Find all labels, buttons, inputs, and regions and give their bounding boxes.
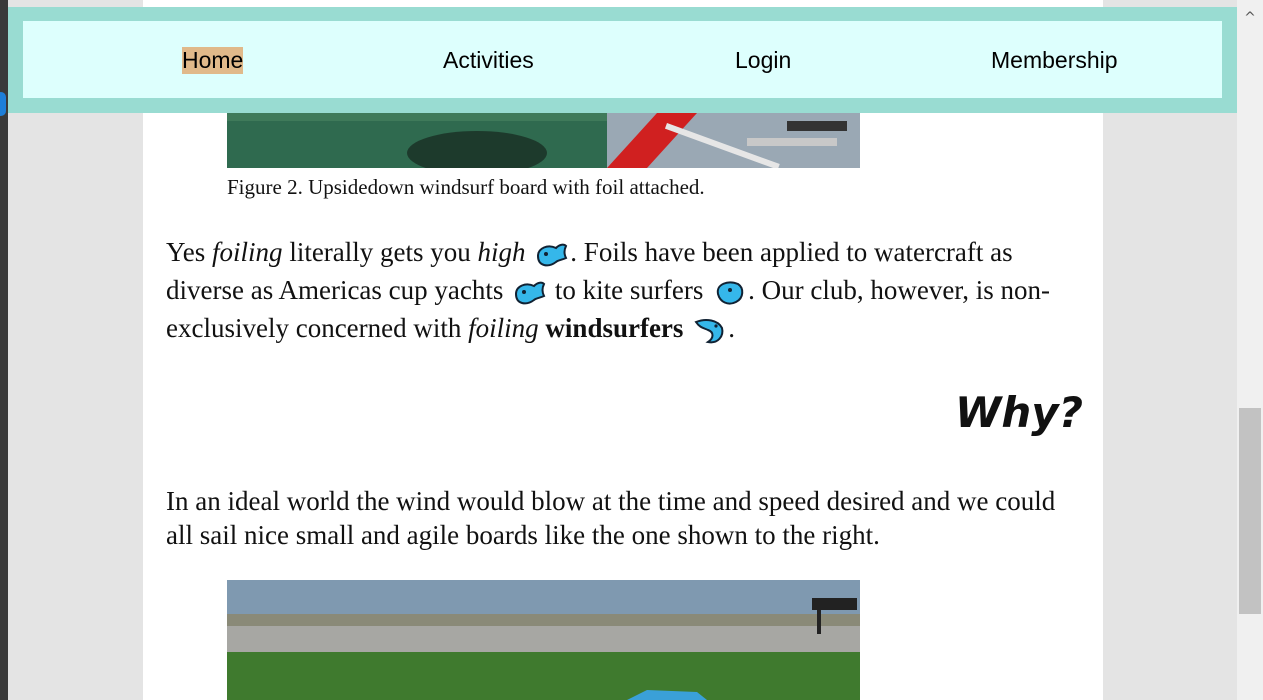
board-photo xyxy=(227,580,860,700)
nav-login-link[interactable]: Login xyxy=(735,47,791,74)
why-heading: Why? xyxy=(955,388,1083,437)
text-segment: . xyxy=(728,313,735,343)
side-indicator xyxy=(0,92,6,116)
chevron-up-icon[interactable]: ^ xyxy=(1237,0,1263,36)
emphasis-text: foiling xyxy=(212,237,283,267)
text-segment: literally gets you xyxy=(282,237,478,267)
text-segment: to kite surfers xyxy=(548,275,704,305)
figure-2-caption: Figure 2. Upsidedown windsurf board with… xyxy=(227,175,705,199)
text-segment: Yes xyxy=(166,237,213,267)
vertical-scrollbar[interactable]: ^ xyxy=(1237,0,1263,700)
whale-icon xyxy=(534,240,568,270)
dolphin-icon xyxy=(692,316,726,346)
emphasis-text: high xyxy=(477,237,526,267)
ideal-world-paragraph: In an ideal world the wind would blow at… xyxy=(166,486,1056,550)
nav-bar: Home Activities Login Membership xyxy=(23,21,1222,98)
bold-text: windsurfers xyxy=(545,313,684,343)
top-navigation: Home Activities Login Membership xyxy=(8,7,1237,113)
foiling-paragraph: Yes foiling literally gets you high . Fo… xyxy=(166,233,1081,347)
nav-membership-link[interactable]: Membership xyxy=(991,47,1118,74)
whale-icon xyxy=(512,278,546,308)
emphasis-text: foiling xyxy=(468,313,539,343)
whale-icon xyxy=(712,278,746,308)
nav-activities-link[interactable]: Activities xyxy=(443,47,534,74)
scrollbar-thumb[interactable] xyxy=(1239,408,1261,614)
nav-home-link[interactable]: Home xyxy=(182,47,244,74)
figure-2-image xyxy=(227,113,860,168)
